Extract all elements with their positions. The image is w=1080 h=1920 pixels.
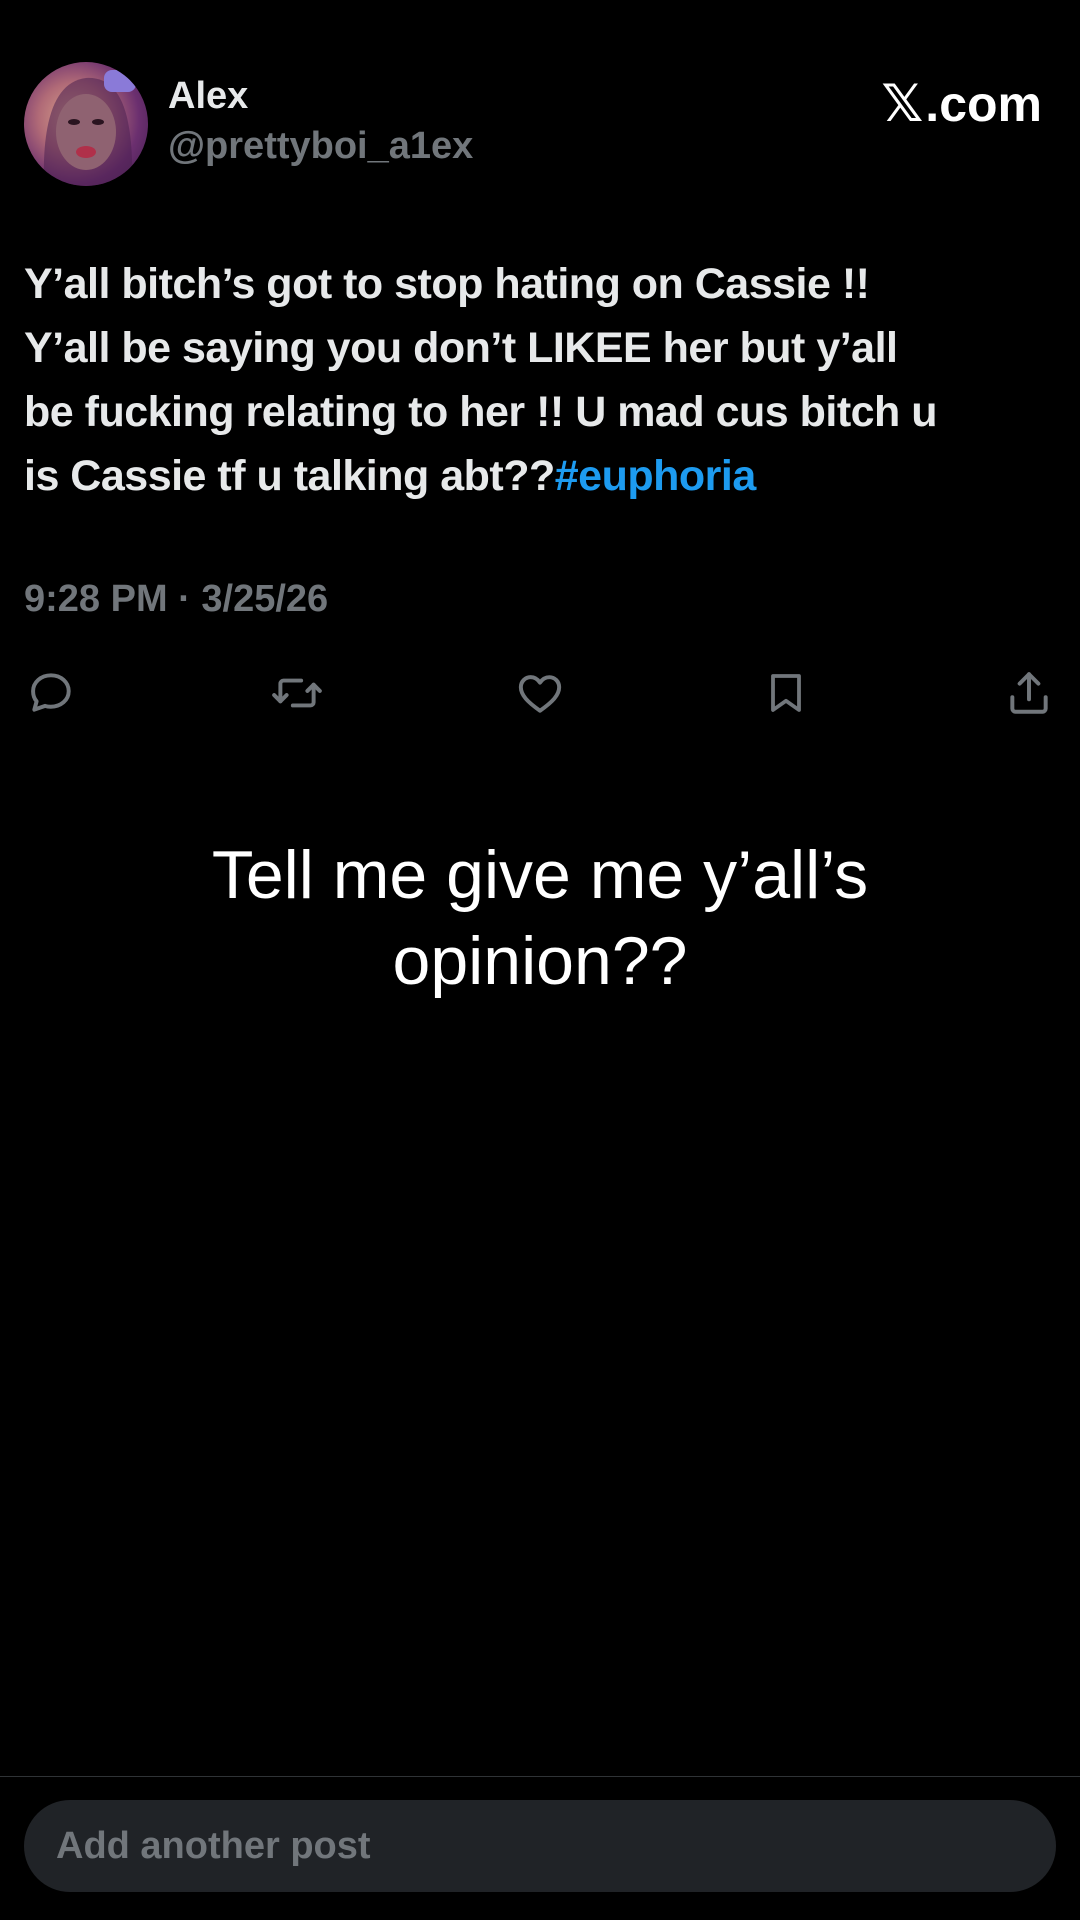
- composer[interactable]: Add another post: [24, 1800, 1056, 1892]
- post-text-line: Y’all be saying you don’t LIKEE her but …: [24, 324, 898, 372]
- author-info[interactable]: Alex @prettyboi_a1ex: [168, 74, 473, 174]
- author-handle[interactable]: @prettyboi_a1ex: [168, 118, 473, 174]
- author-name[interactable]: Alex: [168, 74, 473, 118]
- divider: [0, 1776, 1080, 1777]
- brand-text: .com: [925, 76, 1042, 132]
- post-header: Alex @prettyboi_a1ex 𝕏 .com: [24, 62, 1056, 192]
- overlay-caption: Tell me give me y’all’s opinion??: [0, 832, 1080, 1004]
- brand-logo: 𝕏 .com: [881, 78, 1042, 130]
- like-button[interactable]: [513, 666, 567, 720]
- bookmark-icon: [771, 674, 801, 712]
- action-bar: [24, 666, 1056, 722]
- repost-button[interactable]: [270, 666, 324, 720]
- post-text-line-part: is Cassie tf u talking abt??: [24, 452, 555, 500]
- overlay-caption-line: opinion??: [392, 923, 688, 999]
- bookmark-button[interactable]: [759, 666, 813, 720]
- x-logo-icon: 𝕏: [881, 74, 924, 134]
- reply-button[interactable]: [24, 666, 78, 720]
- hashtag-link[interactable]: #euphoria: [555, 452, 757, 500]
- post-text-line: is Cassie tf u talking abt??#euphoria: [24, 444, 1064, 508]
- reply-icon: [31, 673, 71, 712]
- avatar[interactable]: [24, 62, 148, 186]
- repost-icon: [272, 678, 322, 708]
- post-text-line: Y’all bitch’s got to stop hating on Cass…: [24, 260, 870, 308]
- share-button[interactable]: [1002, 666, 1056, 720]
- overlay-caption-line: Tell me give me y’all’s: [211, 837, 869, 913]
- like-icon: [518, 675, 562, 713]
- add-post-input[interactable]: Add another post: [56, 1825, 371, 1868]
- post-timestamp[interactable]: 9:28 PM · 3/25/26: [24, 578, 328, 621]
- share-icon: [1010, 672, 1048, 714]
- post-text-line: be fucking relating to her !! U mad cus …: [24, 388, 938, 436]
- post-text: Y’all bitch’s got to stop hating on Cass…: [24, 252, 1064, 508]
